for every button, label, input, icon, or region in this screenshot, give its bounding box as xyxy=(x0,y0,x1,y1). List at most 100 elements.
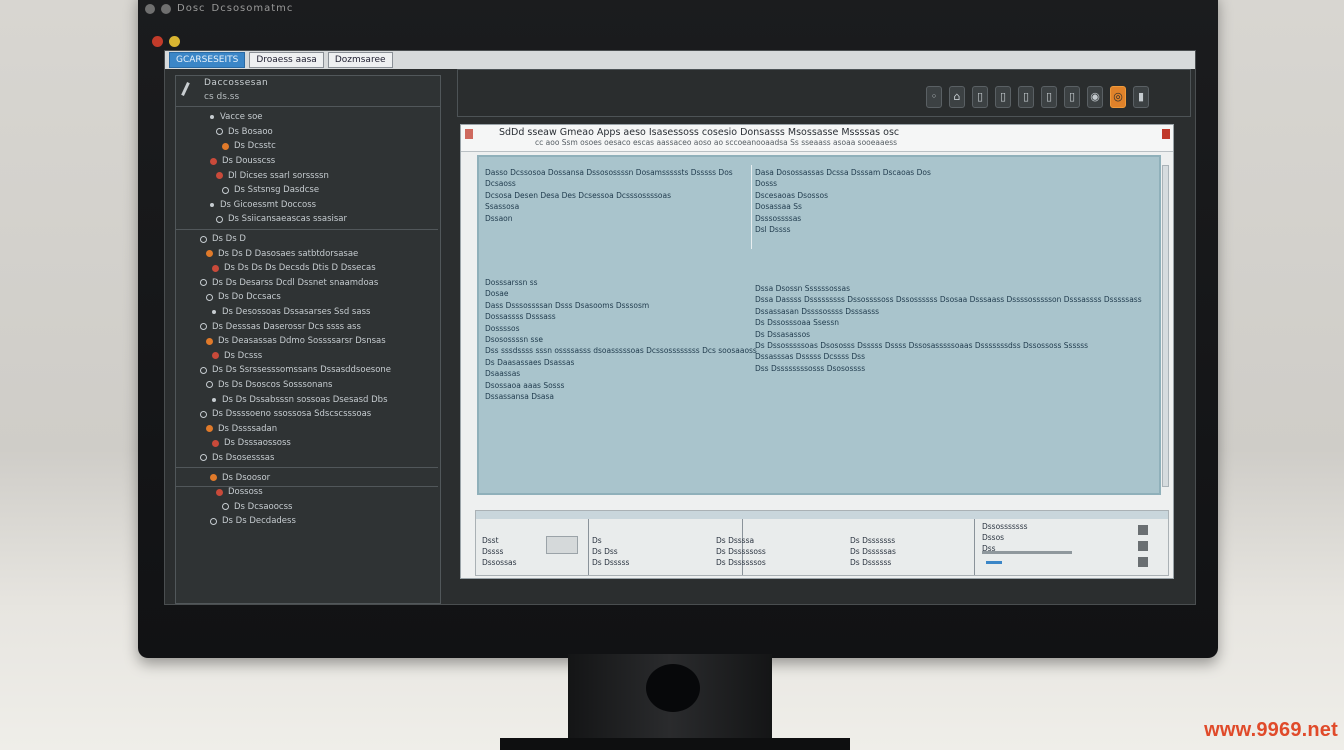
sidebar-item[interactable]: Ds Desossoas Dssasarses Ssd sass xyxy=(176,305,438,320)
window-dot-icon[interactable] xyxy=(145,3,155,14)
panel-square-icon[interactable] xyxy=(1138,541,1148,551)
minimize-window-icon[interactable] xyxy=(169,36,180,47)
stand-cable-hole xyxy=(646,664,700,712)
sidebar-item[interactable]: Ds Ds Desarss Dcdl Dssnet snaamdoas xyxy=(176,276,438,291)
document-header: SdDd sseaw Gmeao Apps aeso Isasessoss co… xyxy=(461,125,1173,152)
sidebar-item-label: Ds Bosaoo xyxy=(228,126,273,137)
left-top-text: Dasso Dcssosoa Dossansa Dssosossssn Dosa… xyxy=(485,167,733,224)
properties-panel: Dsst Dssss Dssossas Ds Ds Dss Ds Dsssss Ds D… xyxy=(475,510,1169,576)
sidebar-header: Daccossesan cs ds.ss xyxy=(176,76,440,107)
sidebar-item[interactable]: Ds Deasassas Ddmo Sossssarsr Dsnsas xyxy=(176,334,438,349)
sidebar-item[interactable]: Dl Dicses ssarl sorssssn xyxy=(176,168,438,183)
tree-node-icon xyxy=(222,503,229,511)
tab-third[interactable]: Dozmsaree xyxy=(327,52,393,68)
sidebar-item-label: Ds Gicoessmt Doccoss xyxy=(220,199,317,210)
sidebar-item[interactable]: Ds Ds Ds Ds Decsds Dtis D Dssecas xyxy=(176,261,438,276)
sidebar-item-label: Ds Ds D xyxy=(212,234,246,245)
slider-track[interactable] xyxy=(982,551,1072,554)
panel-col-4: Ds Dsssssss Ds Dsssssas Ds Dssssss xyxy=(850,535,896,568)
slider-thumb[interactable] xyxy=(986,561,1002,564)
sidebar-item[interactable]: Ds Ds D Dasosaes satbtdorsasae xyxy=(176,246,438,261)
content-pane: Dasso Dcssosoa Dossansa Dssosossssn Dosa… xyxy=(477,155,1161,495)
sidebar-item[interactable]: Ds Dsoosor xyxy=(176,470,438,485)
sidebar-item[interactable]: Ds Ds Dssabsssn sossoas Dsesasd Dbs xyxy=(176,392,438,407)
tree-node-icon xyxy=(210,115,214,120)
document-text-line: Dossassss Dsssass xyxy=(485,312,556,322)
sidebar-item[interactable]: Ds Dousscss xyxy=(176,154,438,169)
tab-active[interactable]: GCARSESEITS xyxy=(169,52,246,68)
sidebar-item[interactable]: Ds Gicoessmt Doccoss xyxy=(176,198,438,213)
sidebar-item-label: Vacce soe xyxy=(220,112,263,123)
panel-square-icon[interactable] xyxy=(1138,557,1148,567)
sidebar-item-label: Ds Dcsaoocss xyxy=(234,501,293,512)
sidebar-item[interactable]: Ds Ds Dsoscos Sosssonans xyxy=(176,378,438,393)
right-top-text: Dasa Dosossassas Dcssa Dsssam Dscaoas Do… xyxy=(755,167,931,235)
toolbar-button[interactable]: ▯ xyxy=(1064,86,1080,108)
scrollbar[interactable] xyxy=(1162,165,1169,487)
toolbar-button[interactable]: ▯ xyxy=(1018,86,1034,108)
sidebar-item[interactable]: Ds Dssssadan xyxy=(176,421,438,436)
toolbar-button[interactable]: ▮ xyxy=(1133,86,1149,108)
right-bottom-text: Dssa Dsossn Ssssssossas Dssa Dassss Dssss… xyxy=(755,283,1142,374)
panel-preview-box[interactable] xyxy=(546,536,578,554)
sidebar-item[interactable]: Ds Dcsaoocss xyxy=(176,499,438,514)
sidebar-item-label: Ds Ds Ds Ds Decsds Dtis D Dssecas xyxy=(224,263,376,274)
tab-strip: GCARSESEITS Droaess aasa Dozmsaree xyxy=(165,51,1195,69)
sidebar-item[interactable]: Dossoss xyxy=(176,485,438,500)
sidebar-item[interactable]: Ds Dsosesssas xyxy=(176,451,438,466)
pen-icon[interactable] xyxy=(181,82,190,96)
panel-field: Ds Dssssss xyxy=(850,558,892,567)
document-title: SdDd sseaw Gmeao Apps aeso Isasessoss co… xyxy=(499,127,900,138)
sidebar-item-label: Ds Ds Dssabsssn sossoas Dsesasd Dbs xyxy=(222,394,388,405)
document-text-line: Dass Dsssossssan Dsss Dsasooms Dsssosm xyxy=(485,300,650,310)
sidebar-item-label: Ds Dsssaossoss xyxy=(224,438,291,449)
sidebar-item[interactable]: Ds Sstsnsg Dasdcse xyxy=(176,183,438,198)
main-area: ◦ ⌂ ▯ ▯ ▯ ▯ ▯ ◉ ◎ ▮ SdDd sseaw Gmeao Apps aeso Is… xyxy=(457,69,1191,602)
sidebar-tree: Vacce soe Ds Bosaoo Ds Dcsstc Ds Dousscss Dl… xyxy=(176,110,438,529)
tree-node-icon xyxy=(206,425,213,433)
panel-col-1: Dsst Dssss Dssossas xyxy=(482,535,517,568)
toolbar-button[interactable]: ▯ xyxy=(972,86,988,108)
sidebar-item[interactable]: Ds Ds Ssrssesssomssans Dssasddsoesone xyxy=(176,363,438,378)
sidebar-item[interactable]: Ds Dcsss xyxy=(176,349,438,364)
document-text-line: Dsl Dssss xyxy=(755,225,791,235)
sidebar-item-label: Ds Dousscss xyxy=(222,156,276,167)
panel-square-icon[interactable] xyxy=(1138,525,1148,535)
sidebar-item[interactable]: Vacce soe xyxy=(176,110,438,125)
panel-field: Dssosssssss xyxy=(982,522,1028,531)
sidebar-item[interactable]: Ds Dcsstc xyxy=(176,139,438,154)
os-subtitle: Dcsosomatmc xyxy=(211,3,294,14)
sidebar-item[interactable]: Ds Ds Decdadess xyxy=(176,514,438,529)
document-text-line: Ds Daasassaes Dsassas xyxy=(485,357,575,367)
document-text-line: Dscesaoas Dsossos xyxy=(755,190,828,200)
sidebar-item[interactable]: Ds Desssas Daserossr Dcs ssss ass xyxy=(176,319,438,334)
window-dot-icon[interactable] xyxy=(161,3,171,14)
toolbar-button[interactable]: ▯ xyxy=(995,86,1011,108)
sidebar: Daccossesan cs ds.ss Vacce soe Ds Bosaoo D… xyxy=(175,75,441,604)
tree-node-icon xyxy=(206,381,213,389)
sidebar-item[interactable]: Ds Ssiicansaeascas ssasisar xyxy=(176,212,438,227)
tab-second[interactable]: Droaess aasa xyxy=(249,52,324,68)
tree-node-icon xyxy=(200,235,207,243)
sidebar-title: Daccossesan xyxy=(204,78,269,88)
sidebar-item[interactable]: Ds Dssssoeno ssossosa Sdscscsssoas xyxy=(176,407,438,422)
sidebar-item[interactable]: Ds Ds D xyxy=(176,232,438,247)
sidebar-item[interactable]: Ds Dsssaossoss xyxy=(176,436,438,451)
close-window-icon[interactable] xyxy=(152,36,163,47)
toolbar-button[interactable]: ⌂ xyxy=(949,86,965,108)
toolbar-button[interactable]: ◎ xyxy=(1110,86,1126,108)
sidebar-item-label: Dl Dicses ssarl sorssssn xyxy=(228,170,329,181)
toolbar-button[interactable]: ◦ xyxy=(926,86,942,108)
sidebar-item-label: Ds Ds Decdadess xyxy=(222,516,296,527)
sidebar-item-label: Ds Desssas Daserossr Dcs ssss ass xyxy=(212,321,361,332)
sidebar-item[interactable]: Ds Bosaoo xyxy=(176,125,438,140)
document-text-line: Dssa Dassss Dsssssssss Dssossssoss Dssos… xyxy=(755,295,1142,305)
document-text-line: Dssasssas Dsssss Dcssss Dss xyxy=(755,352,865,362)
tree-node-icon xyxy=(206,293,213,301)
sidebar-item[interactable]: Ds Do Dccsacs xyxy=(176,290,438,305)
tree-node-icon xyxy=(212,264,219,272)
panel-field: Ds Dsssssss xyxy=(850,536,896,545)
close-icon[interactable] xyxy=(1162,129,1170,139)
toolbar-button[interactable]: ▯ xyxy=(1041,86,1057,108)
toolbar-button[interactable]: ◉ xyxy=(1087,86,1103,108)
